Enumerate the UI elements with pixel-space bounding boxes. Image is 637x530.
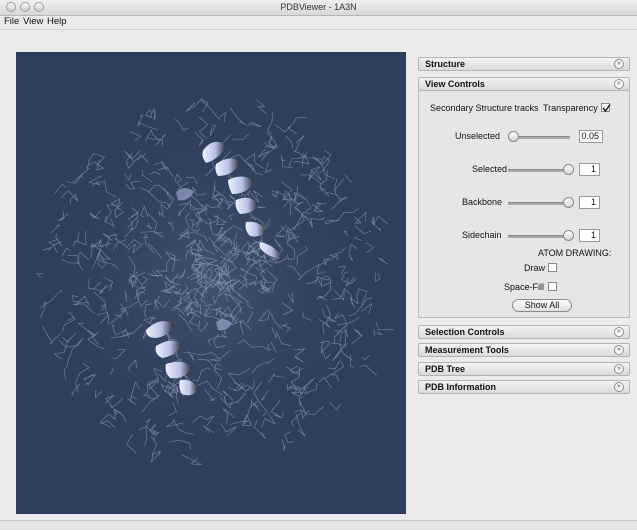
show-all-button[interactable]: Show All (512, 299, 572, 312)
section-measurement-tools[interactable]: Measurement Tools » (418, 343, 630, 357)
view-controls-body: Secondary Structure tracks Transparency … (418, 91, 630, 318)
spacefill-label: Space-Fill (504, 282, 544, 292)
selected-label: Selected (472, 164, 507, 174)
unselected-slider-knob[interactable] (508, 131, 519, 142)
sidechain-label: Sidechain (462, 230, 502, 240)
menu-bar: File View Help (0, 16, 637, 30)
section-view-controls[interactable]: View Controls « (418, 77, 630, 91)
backbone-label: Backbone (462, 197, 502, 207)
draw-checkbox[interactable] (548, 263, 557, 272)
secondary-structure-label: Secondary Structure tracks (430, 103, 539, 113)
backbone-slider-knob[interactable] (563, 197, 574, 208)
sidechain-slider[interactable] (508, 235, 570, 238)
backbone-value[interactable]: 1 (579, 196, 600, 209)
transparency-checkbox[interactable] (601, 103, 610, 112)
spacefill-checkbox[interactable] (548, 282, 557, 291)
double-chevron-down-icon[interactable]: » (614, 345, 624, 355)
atom-drawing-label: ATOM DRAWING: (538, 248, 611, 258)
transparency-label: Transparency (543, 103, 598, 113)
unselected-label: Unselected (455, 131, 500, 141)
section-pdb-information[interactable]: PDB Information » (418, 380, 630, 394)
selected-slider-knob[interactable] (563, 164, 574, 175)
selected-slider[interactable] (508, 169, 570, 172)
protein-render (16, 52, 406, 514)
menu-file[interactable]: File (4, 16, 19, 27)
sidechain-slider-knob[interactable] (563, 230, 574, 241)
double-chevron-up-icon[interactable]: « (614, 79, 624, 89)
checkmark-icon (602, 104, 611, 113)
title-bar: PDBViewer - 1A3N (0, 0, 637, 16)
menu-help[interactable]: Help (47, 16, 67, 27)
sidechain-value[interactable]: 1 (579, 229, 600, 242)
backbone-slider[interactable] (508, 202, 570, 205)
menu-view[interactable]: View (23, 16, 43, 27)
section-selection-controls[interactable]: Selection Controls » (418, 325, 630, 339)
window-title: PDBViewer - 1A3N (0, 2, 637, 12)
section-structure[interactable]: Structure » (418, 57, 630, 71)
section-pdb-tree[interactable]: PDB Tree » (418, 362, 630, 376)
double-chevron-down-icon[interactable]: » (614, 327, 624, 337)
molecule-viewport[interactable] (16, 52, 406, 514)
double-chevron-down-icon[interactable]: » (614, 59, 624, 69)
draw-label: Draw (524, 263, 545, 273)
double-chevron-down-icon[interactable]: » (614, 382, 624, 392)
double-chevron-down-icon[interactable]: » (614, 364, 624, 374)
selected-value[interactable]: 1 (579, 163, 600, 176)
unselected-value[interactable]: 0.05 (579, 130, 603, 143)
